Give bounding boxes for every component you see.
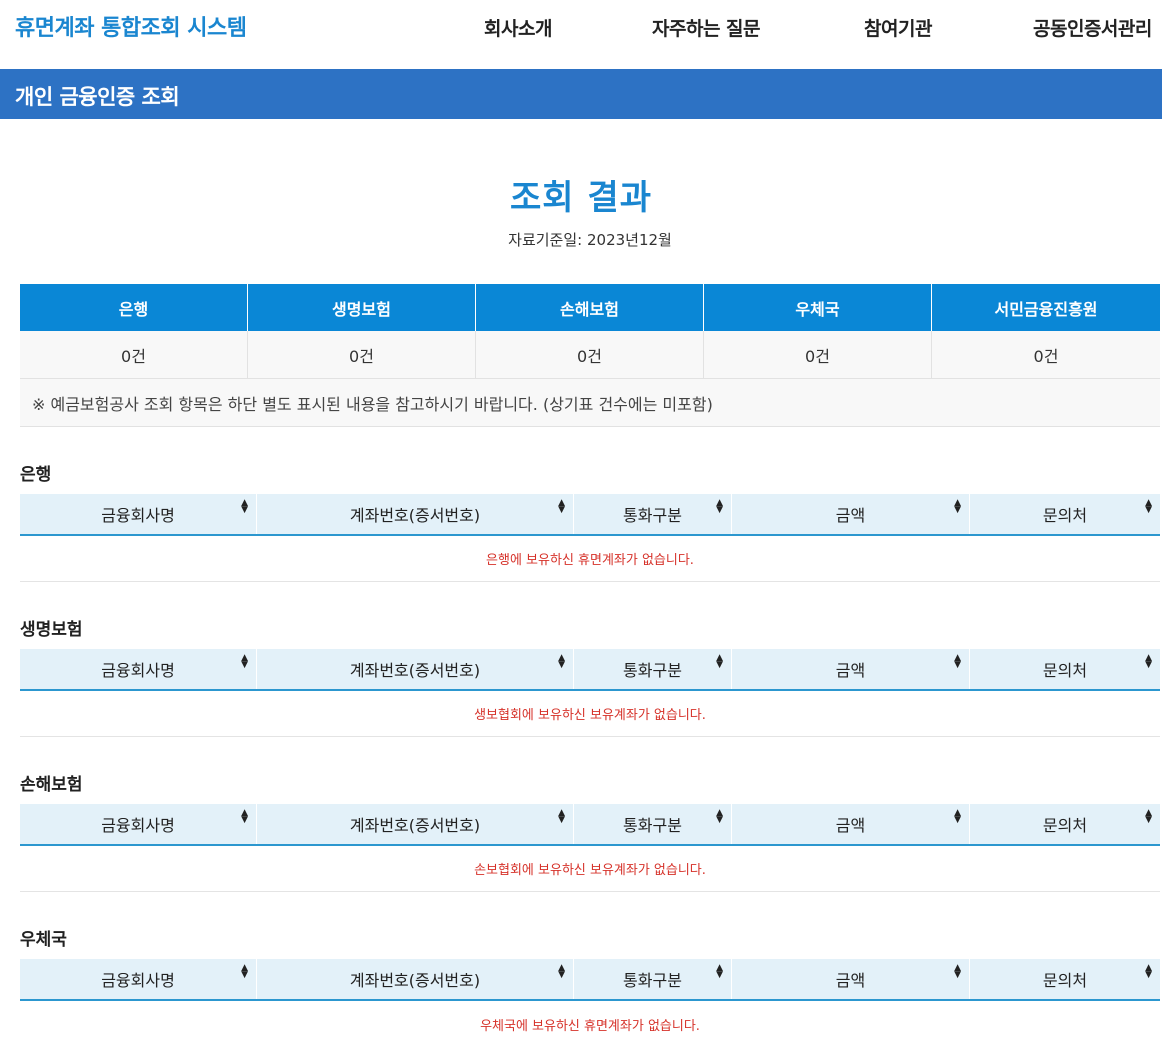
- summary-count-life-insurance: 0건: [248, 331, 476, 379]
- summary-count-nonlife-insurance: 0건: [476, 331, 704, 379]
- column-header-company[interactable]: 금융회사명 ▲ ▼: [20, 804, 257, 844]
- summary-count-row: 0건 0건 0건 0건 0건: [20, 331, 1160, 379]
- nav-participating-institutions[interactable]: 참여기관: [864, 14, 932, 41]
- column-label: 금융회사명: [101, 661, 175, 680]
- sort-icon: ▲ ▼: [558, 963, 565, 980]
- column-header-amount[interactable]: 금액 ▲ ▼: [732, 494, 970, 534]
- summary-table: 은행 생명보험 손해보험 우체국 서민금융진흥원 0건 0건 0건 0건 0건 …: [20, 284, 1160, 427]
- sort-icon: ▲ ▼: [558, 808, 565, 825]
- column-header-amount[interactable]: 금액 ▲ ▼: [732, 804, 970, 844]
- column-label: 계좌번호(증서번호): [349, 816, 481, 835]
- section-title: 생명보험: [20, 620, 83, 640]
- summary-count-post-office: 0건: [704, 331, 932, 379]
- column-label: 금융회사명: [101, 506, 175, 525]
- column-header-currency[interactable]: 통화구분 ▲ ▼: [574, 959, 732, 999]
- column-label: 통화구분: [623, 971, 682, 990]
- column-header-contact[interactable]: 문의처 ▲ ▼: [970, 494, 1160, 534]
- column-label: 계좌번호(증서번호): [349, 661, 481, 680]
- column-header-currency[interactable]: 통화구분 ▲ ▼: [574, 494, 732, 534]
- column-label: 문의처: [1042, 506, 1088, 525]
- column-label: 금액: [835, 661, 866, 680]
- column-label: 문의처: [1042, 816, 1088, 835]
- summary-note: ※ 예금보험공사 조회 항목은 하단 별도 표시된 내용을 참고하시기 바랍니다…: [20, 379, 1160, 427]
- column-label: 금액: [835, 971, 866, 990]
- result-title: 조회 결과: [510, 178, 652, 218]
- table-header: 금융회사명 ▲ ▼ 계좌번호(증서번호) ▲ ▼ 통화구분 ▲ ▼ 금액 ▲ ▼ 문의처 ▲ ▼: [20, 959, 1160, 1001]
- empty-message: 우체국에 보유하신 휴면계좌가 없습니다.: [480, 1018, 700, 1034]
- column-label: 통화구분: [623, 506, 682, 525]
- empty-message: 손보협회에 보유하신 보유계좌가 없습니다.: [20, 846, 1160, 892]
- nav-company-intro[interactable]: 회사소개: [484, 14, 552, 41]
- sort-icon: ▲ ▼: [716, 498, 723, 515]
- sort-icon: ▲ ▼: [1145, 808, 1152, 825]
- sort-icon: ▲ ▼: [716, 808, 723, 825]
- sort-icon: ▲ ▼: [716, 963, 723, 980]
- sort-icon: ▲ ▼: [1145, 653, 1152, 670]
- section-title: 우체국: [20, 930, 67, 950]
- nav-certificate-management[interactable]: 공동인증서관리: [1033, 14, 1152, 41]
- sort-icon: ▲ ▼: [241, 963, 248, 980]
- column-label: 계좌번호(증서번호): [349, 506, 481, 525]
- empty-message: 은행에 보유하신 휴면계좌가 없습니다.: [20, 536, 1160, 582]
- summary-header-nonlife-insurance: 손해보험: [476, 284, 704, 331]
- column-label: 문의처: [1042, 661, 1088, 680]
- column-header-company[interactable]: 금융회사명 ▲ ▼: [20, 959, 257, 999]
- column-header-account-number[interactable]: 계좌번호(증서번호) ▲ ▼: [257, 494, 574, 534]
- data-basis-date: 자료기준일: 2023년12월: [508, 231, 672, 249]
- page-title: 개인 금융인증 조회: [15, 85, 180, 109]
- table-header: 금융회사명 ▲ ▼ 계좌번호(증서번호) ▲ ▼ 통화구분 ▲ ▼ 금액 ▲ ▼ 문의처 ▲ ▼: [20, 494, 1160, 536]
- section-title: 은행: [20, 465, 52, 485]
- section-title: 손해보험: [20, 775, 83, 795]
- column-label: 금액: [835, 816, 866, 835]
- page-title-bar: 개인 금융인증 조회: [0, 69, 1162, 119]
- column-header-currency[interactable]: 통화구분 ▲ ▼: [574, 804, 732, 844]
- table-header: 금융회사명 ▲ ▼ 계좌번호(증서번호) ▲ ▼ 통화구분 ▲ ▼ 금액 ▲ ▼ 문의처 ▲ ▼: [20, 649, 1160, 691]
- column-header-contact[interactable]: 문의처 ▲ ▼: [970, 804, 1160, 844]
- column-header-account-number[interactable]: 계좌번호(증서번호) ▲ ▼: [257, 804, 574, 844]
- sort-icon: ▲ ▼: [241, 498, 248, 515]
- column-header-account-number[interactable]: 계좌번호(증서번호) ▲ ▼: [257, 649, 574, 689]
- column-label: 금융회사명: [101, 816, 175, 835]
- sort-icon: ▲ ▼: [558, 498, 565, 515]
- column-label: 통화구분: [623, 816, 682, 835]
- column-header-contact[interactable]: 문의처 ▲ ▼: [970, 649, 1160, 689]
- sort-icon: ▲ ▼: [716, 653, 723, 670]
- sort-icon: ▲ ▼: [241, 653, 248, 670]
- sort-icon: ▲ ▼: [954, 498, 961, 515]
- column-header-account-number[interactable]: 계좌번호(증서번호) ▲ ▼: [257, 959, 574, 999]
- table-header: 금융회사명 ▲ ▼ 계좌번호(증서번호) ▲ ▼ 통화구분 ▲ ▼ 금액 ▲ ▼ 문의처 ▲ ▼: [20, 804, 1160, 846]
- column-label: 계좌번호(증서번호): [349, 971, 481, 990]
- column-header-company[interactable]: 금융회사명 ▲ ▼: [20, 649, 257, 689]
- column-header-amount[interactable]: 금액 ▲ ▼: [732, 649, 970, 689]
- column-header-contact[interactable]: 문의처 ▲ ▼: [970, 959, 1160, 999]
- summary-header-row: 은행 생명보험 손해보험 우체국 서민금융진흥원: [20, 284, 1160, 331]
- summary-header-life-insurance: 생명보험: [248, 284, 476, 331]
- summary-count-kinfa: 0건: [932, 331, 1160, 379]
- sort-icon: ▲ ▼: [558, 653, 565, 670]
- column-header-currency[interactable]: 통화구분 ▲ ▼: [574, 649, 732, 689]
- sort-icon: ▲ ▼: [1145, 963, 1152, 980]
- sort-icon: ▲ ▼: [954, 963, 961, 980]
- top-header: 휴면계좌 통합조회 시스템 회사소개 자주하는 질문 참여기관 공동인증서관리: [0, 0, 1162, 68]
- column-header-amount[interactable]: 금액 ▲ ▼: [732, 959, 970, 999]
- empty-message: 생보협회에 보유하신 보유계좌가 없습니다.: [20, 691, 1160, 737]
- sort-icon: ▲ ▼: [954, 808, 961, 825]
- sort-icon: ▲ ▼: [954, 653, 961, 670]
- summary-count-bank: 0건: [20, 331, 248, 379]
- summary-header-bank: 은행: [20, 284, 248, 331]
- sort-icon: ▲ ▼: [1145, 498, 1152, 515]
- nav-faq[interactable]: 자주하는 질문: [652, 14, 761, 41]
- column-label: 금융회사명: [101, 971, 175, 990]
- column-label: 문의처: [1042, 971, 1088, 990]
- summary-header-kinfa: 서민금융진흥원: [932, 284, 1160, 331]
- site-logo[interactable]: 휴면계좌 통합조회 시스템: [15, 10, 247, 42]
- column-label: 금액: [835, 506, 866, 525]
- column-header-company[interactable]: 금융회사명 ▲ ▼: [20, 494, 257, 534]
- summary-header-post-office: 우체국: [704, 284, 932, 331]
- sort-icon: ▲ ▼: [241, 808, 248, 825]
- column-label: 통화구분: [623, 661, 682, 680]
